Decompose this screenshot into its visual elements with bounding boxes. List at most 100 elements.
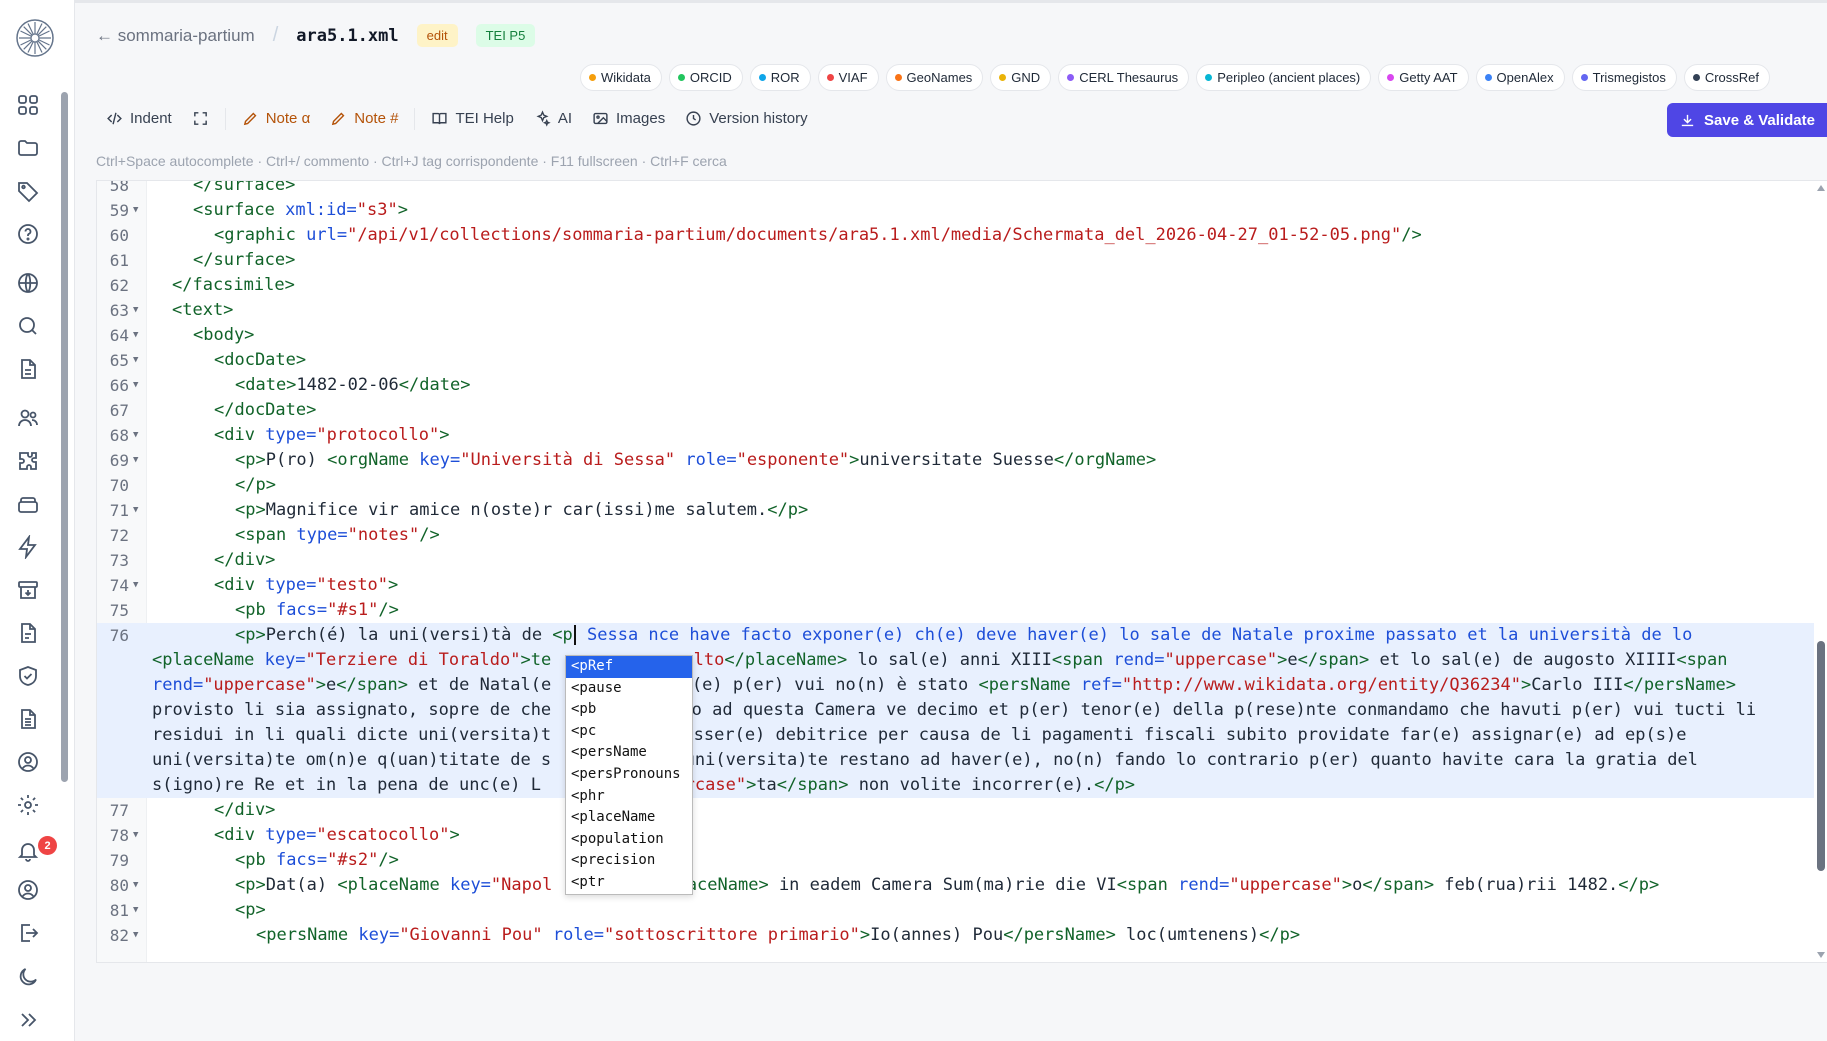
code-line-wrap: <placeName key="Terziere di Toraldo">te r… [97, 648, 1814, 673]
fold-arrow-icon[interactable]: ▼ [133, 823, 138, 848]
fold-arrow-icon[interactable]: ▼ [133, 573, 138, 598]
autocomplete-item[interactable]: <placeName [566, 807, 692, 829]
line-number: 59 [109, 201, 129, 220]
xml-tag: <placeName [152, 650, 255, 670]
puzzle-icon[interactable] [14, 447, 42, 475]
version-history-button[interactable]: Version history [675, 106, 817, 131]
line-number: 73 [109, 551, 129, 570]
xml-attr-value: "escatocollo" [316, 825, 450, 845]
xml-tag: </p> [235, 475, 276, 495]
line-number: 69 [109, 451, 129, 470]
tei-help-button[interactable]: TEI Help [421, 106, 523, 131]
users-icon[interactable] [14, 404, 42, 432]
xml-tag: <pb [235, 600, 266, 620]
fold-arrow-icon[interactable]: ▼ [133, 448, 138, 473]
shield-check-icon[interactable] [14, 662, 42, 690]
globe-icon[interactable] [14, 269, 42, 297]
authority-chip-ror[interactable]: ROR [749, 64, 811, 91]
xml-text: Magnifice vir amice n(oste)r car(issi)me… [265, 500, 768, 520]
save-validate-button[interactable]: Save & Validate [1667, 103, 1827, 137]
autocomplete-item[interactable]: <pb [566, 699, 692, 721]
authority-chip-getty-aat[interactable]: Getty AAT [1378, 64, 1469, 91]
authority-chip-viaf[interactable]: VIAF [817, 64, 879, 91]
code-text: <placeName key="Terziere di Toraldo">te r… [152, 648, 1728, 673]
autocomplete-item[interactable]: <ptr [566, 872, 692, 894]
xml-tag: <p> [235, 450, 266, 470]
indent-button[interactable]: Indent [96, 106, 182, 131]
fold-arrow-icon[interactable]: ▼ [133, 348, 138, 373]
scroll-up-arrow-icon[interactable] [1817, 185, 1825, 191]
xml-tag: </p> [1094, 775, 1136, 795]
xml-tag: </docDate> [214, 400, 317, 420]
logout-icon[interactable] [14, 919, 42, 947]
authority-chip-gnd[interactable]: GND [990, 64, 1052, 91]
fold-arrow-icon[interactable]: ▼ [133, 323, 138, 348]
tag-icon[interactable] [14, 177, 42, 205]
fold-arrow-icon[interactable]: ▼ [133, 923, 138, 948]
autocomplete-item[interactable]: <pc [566, 721, 692, 743]
xml-text: e uni(versita)te restano ad haver(e), no… [664, 750, 1698, 770]
expand-sidebar-icon[interactable] [14, 1006, 42, 1034]
fold-arrow-icon[interactable]: ▼ [133, 898, 138, 923]
xml-tag: <span [1116, 875, 1168, 895]
authority-chip-cerl[interactable]: CERL Thesaurus [1058, 64, 1190, 91]
fold-arrow-icon[interactable]: ▼ [133, 423, 138, 448]
authority-chip-orcid[interactable]: ORCID [668, 64, 743, 91]
code-line: 73 </div> [97, 548, 1814, 573]
fold-arrow-icon[interactable]: ▼ [133, 198, 138, 223]
settings-gear-icon[interactable] [14, 791, 42, 819]
fullscreen-button[interactable] [182, 106, 219, 131]
scroll-down-arrow-icon[interactable] [1817, 952, 1825, 958]
autocomplete-item[interactable]: <persName [566, 742, 692, 764]
scrollbar-thumb[interactable] [1817, 641, 1825, 871]
autocomplete-item-selected[interactable]: <pRef [566, 656, 692, 678]
note-number-button[interactable]: Note # [320, 106, 408, 131]
autocomplete-item[interactable]: <population [566, 829, 692, 851]
image-icon [593, 112, 608, 125]
version-history-label: Version history [709, 110, 808, 127]
authority-chip-peripleo[interactable]: Peripleo (ancient places) [1196, 64, 1372, 91]
line-number: 76 [109, 626, 129, 645]
ai-button[interactable]: AI [524, 106, 582, 131]
autocomplete-item[interactable]: <precision [566, 850, 692, 872]
file-text-icon[interactable] [14, 619, 42, 647]
line-number: 74 [109, 576, 129, 595]
dashboard-grid-icon[interactable] [14, 91, 42, 119]
authority-chip-crossref[interactable]: CrossRef [1683, 64, 1771, 91]
toolbar-divider [414, 107, 416, 130]
fold-arrow-icon[interactable]: ▼ [133, 373, 138, 398]
code-line: 77 </div> [97, 798, 1814, 823]
back-to-collection-link[interactable]: ← sommaria-partium [96, 26, 255, 46]
fold-arrow-icon[interactable]: ▼ [133, 873, 138, 898]
autocomplete-item[interactable]: <persPronouns [566, 764, 692, 786]
xml-attr-name: key= [348, 925, 400, 945]
archive-icon[interactable] [14, 576, 42, 604]
authority-chip-geonames[interactable]: GeoNames [885, 64, 984, 91]
fold-arrow-icon[interactable]: ▼ [133, 498, 138, 523]
file-list-icon[interactable] [14, 705, 42, 733]
app-logo-icon[interactable] [15, 18, 55, 58]
layers-icon[interactable] [14, 490, 42, 518]
top-border [75, 0, 1827, 3]
authority-chip-wikidata[interactable]: Wikidata [580, 64, 662, 91]
editor-scrollbar[interactable] [1814, 181, 1827, 962]
moon-icon[interactable] [14, 963, 42, 991]
help-circle-icon[interactable] [14, 220, 42, 248]
sidebar-scrollbar[interactable] [61, 80, 68, 800]
document-icon[interactable] [14, 355, 42, 383]
autocomplete-item[interactable]: <phr [566, 786, 692, 808]
authority-chip-openalex[interactable]: OpenAlex [1475, 64, 1565, 91]
images-button[interactable]: Images [582, 106, 675, 131]
code-text: residui in li quali dicte uni(versita)t … [152, 723, 1686, 748]
user-circle-icon[interactable] [14, 748, 42, 776]
search-icon[interactable] [14, 312, 42, 340]
autocomplete-dropdown[interactable]: <pRef <pause <pb <pc <persName <persPron… [565, 655, 693, 895]
folder-icon[interactable] [14, 134, 42, 162]
note-alpha-button[interactable]: Note α [232, 106, 321, 131]
autocomplete-item[interactable]: <pause [566, 678, 692, 700]
xml-code-editor[interactable]: 58 </surface> 59 ▼ <surface xml:id="s3">… [96, 180, 1827, 963]
lightning-icon[interactable] [14, 533, 42, 561]
authority-chip-trismegistos[interactable]: Trismegistos [1571, 64, 1677, 91]
account-icon[interactable] [14, 876, 42, 904]
fold-arrow-icon[interactable]: ▼ [133, 298, 138, 323]
